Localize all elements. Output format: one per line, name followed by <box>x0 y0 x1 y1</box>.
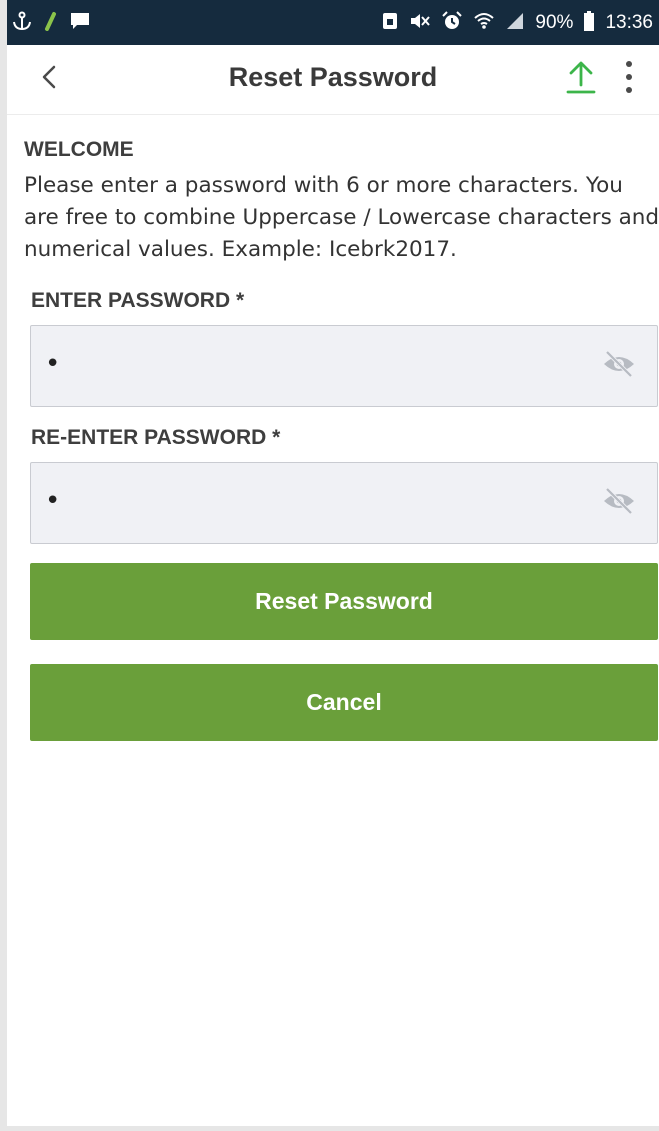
more-vertical-icon <box>625 60 633 98</box>
signal-icon <box>505 11 525 35</box>
password-visibility-toggle[interactable] <box>601 350 637 382</box>
password-field[interactable]: • <box>30 325 658 407</box>
clock: 13:36 <box>605 11 653 33</box>
leaf-icon <box>43 11 59 35</box>
cancel-button[interactable]: Cancel <box>30 664 658 741</box>
status-right-icons: 90% 13:36 <box>381 10 653 36</box>
confirm-password-label: RE-ENTER PASSWORD * <box>31 426 281 449</box>
alarm-icon <box>441 10 463 36</box>
reset-password-screen: 90% 13:36 Reset Password WELCOME Please … <box>0 0 659 1131</box>
sim-icon <box>381 11 399 35</box>
upload-button[interactable] <box>560 57 602 101</box>
anchor-icon <box>11 10 33 36</box>
wifi-icon <box>473 11 495 35</box>
status-left-icons <box>11 10 91 36</box>
upload-icon <box>565 59 597 99</box>
reset-password-button[interactable]: Reset Password <box>30 563 658 640</box>
welcome-heading: WELCOME <box>24 138 134 161</box>
app-bar: Reset Password <box>7 45 659 115</box>
battery-percent: 90% <box>535 11 574 33</box>
battery-icon <box>583 10 595 36</box>
welcome-text: Please enter a password with 6 or more c… <box>24 173 659 262</box>
confirm-password-visibility-toggle[interactable] <box>601 487 637 519</box>
password-value: • <box>45 349 61 379</box>
password-label: ENTER PASSWORD * <box>31 289 245 312</box>
chat-icon <box>69 10 91 36</box>
confirm-password-field[interactable]: • <box>30 462 658 544</box>
eye-off-icon <box>602 486 636 520</box>
welcome-section: WELCOME Please enter a password with 6 o… <box>24 138 659 266</box>
confirm-password-value: • <box>45 486 61 516</box>
mute-icon <box>409 11 431 35</box>
more-options-button[interactable] <box>611 57 647 101</box>
eye-off-icon <box>602 349 636 383</box>
status-bar: 90% 13:36 <box>7 0 659 45</box>
